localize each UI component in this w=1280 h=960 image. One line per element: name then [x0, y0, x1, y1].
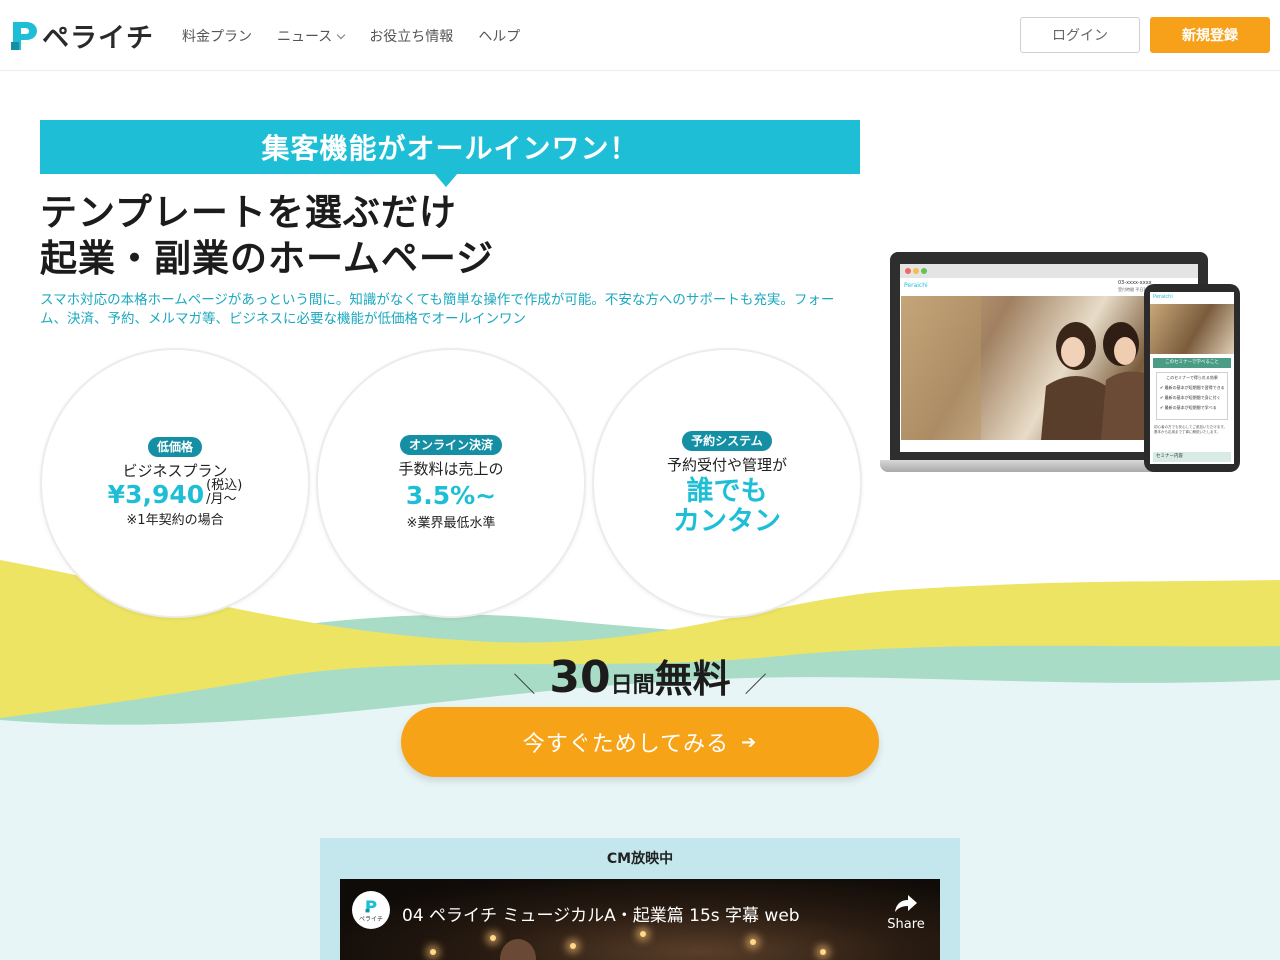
- nav-help[interactable]: ヘルプ: [478, 26, 520, 46]
- phone-body-text: 初心者の方でも安心してご参加いただけます。基本から応用まで丁寧に解説いたします。: [1154, 425, 1228, 434]
- laptop-site-phone: 03-xxxx-xxxx: [1118, 280, 1152, 286]
- phone-hero-photo: [1150, 304, 1234, 354]
- hero-lead: スマホ対応の本格ホームページがあっという間に。知識がなくても簡単な操作で作成が可…: [40, 292, 835, 327]
- share-label: Share: [887, 917, 925, 932]
- share-icon: [895, 895, 917, 912]
- feature-price-tax: (税込): [206, 478, 243, 493]
- feature-payment-badge: オンライン決済: [399, 435, 502, 455]
- try-now-label: 今すぐためしてみる: [522, 732, 730, 757]
- smartphone: Peraichi このセミナーで学べること このセミナーで得られる効果 ✔ 最新…: [1144, 284, 1240, 472]
- signup-button[interactable]: 新規登録: [1150, 17, 1270, 53]
- video-person-silhouette: [500, 939, 536, 960]
- video-player[interactable]: ペライチ 04 ペライチ ミュージカルA・起業篇 15s 字幕 web Shar…: [340, 879, 940, 960]
- headline-line2: 起業・副業のホームページ: [40, 237, 495, 280]
- hero-banner: 集客機能がオールインワン！: [40, 120, 860, 174]
- phone-screen-content: Peraichi このセミナーで学べること このセミナーで得られる効果 ✔ 最新…: [1150, 292, 1234, 464]
- feature-price: 低価格 ビジネスプラン ¥3,940 (税込) /月〜 ※1年契約の場合: [40, 348, 310, 618]
- phone-benefit-text: 最新の基本が短期間で身に付く: [1164, 395, 1221, 400]
- logo-p-icon: [365, 900, 377, 912]
- free-days-number: 30: [549, 652, 611, 703]
- free-trial-caption: ＼ 30日間無料 ／: [0, 648, 1280, 703]
- slash-left: ＼: [513, 673, 536, 698]
- feature-reservation-big2: カンタン: [673, 506, 781, 537]
- browser-bar: [900, 264, 1198, 278]
- headline-line1: テンプレートを選ぶだけ: [40, 191, 457, 234]
- feature-price-amount: ¥3,940: [107, 480, 205, 509]
- nav-help-label: ヘルプ: [478, 29, 521, 45]
- feature-price-per: /月〜: [206, 492, 237, 507]
- share-button[interactable]: Share: [876, 893, 936, 932]
- hero-headline: テンプレートを選ぶだけ 起業・副業のホームページ: [40, 190, 494, 282]
- logo[interactable]: ペライチ: [10, 16, 154, 54]
- channel-avatar[interactable]: ペライチ: [352, 891, 390, 929]
- nav-pricing-label: 料金プラン: [182, 29, 252, 45]
- video-title[interactable]: 04 ペライチ ミュージカルA・起業篇 15s 字幕 web: [402, 901, 800, 926]
- login-button[interactable]: ログイン: [1020, 17, 1140, 53]
- feature-price-note: ※1年契約の場合: [126, 513, 224, 528]
- slash-right: ／: [744, 673, 767, 698]
- free-days-unit: 日間: [610, 673, 655, 698]
- phone-benefit-box: このセミナーで得られる効果 ✔ 最新の基本が短期間で習得できる ✔ 最新の基本が…: [1156, 372, 1228, 420]
- free-label: 無料: [654, 657, 731, 701]
- phone-site-brand: Peraichi: [1153, 294, 1173, 300]
- phone-benefit-item: ✔ 最新の基本が短期間で身に付く: [1160, 395, 1221, 400]
- phone-benefit-text: 最新の基本が短期間で習得できる: [1164, 385, 1225, 390]
- device-mockup: Peraichi 03-xxxx-xxxx 受付時間 平日10:00-18:00…: [880, 250, 1242, 480]
- feature-reservation-line: 予約受付や管理が: [666, 456, 787, 474]
- feature-reservation: 予約システム 予約受付や管理が 誰でも カンタン: [592, 348, 862, 618]
- nav-news-label: ニュース: [277, 29, 333, 45]
- nav-pricing[interactable]: 料金プラン: [182, 26, 252, 46]
- feature-payment-rate: 3.5%~: [405, 481, 497, 510]
- feature-price-plan: ビジネスプラン: [122, 462, 228, 480]
- phone-heading: このセミナーで学べること: [1153, 358, 1231, 368]
- main-nav: 料金プラン ニュース お役立ち情報 ヘルプ: [182, 26, 545, 46]
- nav-news[interactable]: ニュース: [277, 26, 346, 46]
- laptop-site-brand: Peraichi: [904, 282, 928, 289]
- feature-payment: オンライン決済 手数料は売上の 3.5%~ ※業界最低水準: [316, 348, 586, 618]
- site-header: ペライチ 料金プラン ニュース お役立ち情報 ヘルプ ログイン 新規登録: [0, 0, 1280, 71]
- phone-subheading: このセミナーで得られる効果: [1166, 375, 1218, 380]
- logo-text: ペライチ: [42, 22, 154, 54]
- nav-useful-info-label: お役立ち情報: [369, 29, 454, 45]
- logo-p-icon: [11, 22, 37, 50]
- cm-title: CM放映中: [606, 851, 674, 867]
- chevron-down-icon: [337, 30, 346, 40]
- phone-benefit-item: ✔ 最新の基本が短期間で習得できる: [1160, 385, 1225, 390]
- feature-payment-note: ※業界最低水準: [406, 516, 496, 531]
- feature-reservation-big1: 誰でも: [686, 476, 768, 507]
- feature-price-badge: 低価格: [147, 437, 202, 457]
- phone-benefit-text: 最新の基本が短期間で学べる: [1164, 405, 1217, 410]
- feature-payment-line: 手数料は売上の: [398, 460, 504, 478]
- phone-footer: セミナー内容: [1153, 452, 1231, 462]
- cm-section: CM放映中 ペライチ 04 ペライチ ミュージカルA・起業篇 15s 字幕 we…: [320, 838, 960, 960]
- try-now-button[interactable]: 今すぐためしてみる ➔: [401, 707, 879, 777]
- banner-pointer: [434, 173, 458, 187]
- channel-name: ペライチ: [358, 915, 383, 923]
- arrow-right-icon: ➔: [741, 731, 758, 753]
- phone-benefit-item: ✔ 最新の基本が短期間で学べる: [1160, 405, 1217, 410]
- nav-useful-info[interactable]: お役立ち情報: [369, 26, 453, 46]
- feature-reservation-badge: 予約システム: [682, 431, 772, 451]
